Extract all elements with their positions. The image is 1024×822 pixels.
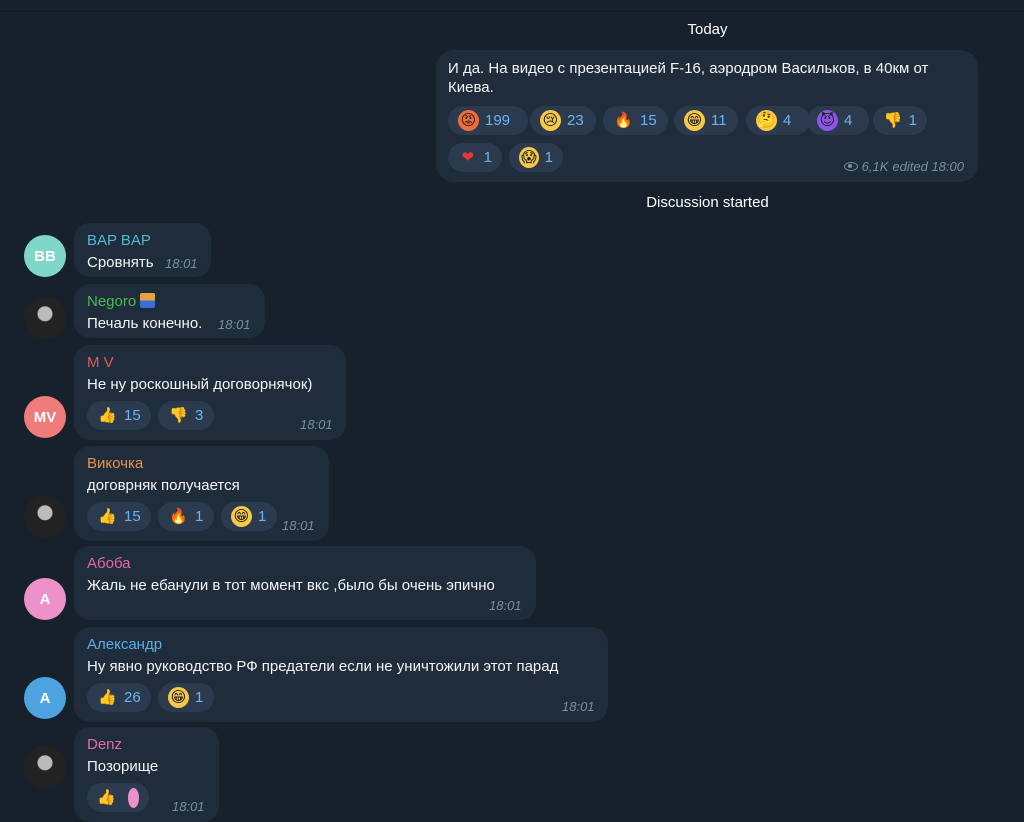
- message-time: 18:01: [282, 518, 315, 533]
- reaction-count: 3: [195, 407, 204, 424]
- reaction-count: 1: [544, 149, 553, 166]
- comment-bubble[interactable]: Denz Позорище 👍 18:01: [74, 727, 219, 822]
- comment-text: договрняк получается: [87, 477, 240, 494]
- heart-icon: ❤: [461, 149, 475, 166]
- avatar[interactable]: А: [24, 677, 66, 719]
- reaction-thumbs-up[interactable]: 👍 15: [87, 502, 151, 531]
- comment-bubble[interactable]: Викочка договрняк получается 👍 15 🔥 1 😁 1 18:01: [74, 446, 329, 541]
- comment-bubble[interactable]: Александр Ну явно руководство РФ предател…: [74, 627, 608, 722]
- reaction-count: 199: [485, 112, 511, 129]
- screaming-face-icon: 😱: [519, 147, 539, 168]
- edited-time: edited 18:00: [892, 159, 964, 174]
- message-time: 18:01: [172, 799, 205, 814]
- thumbs-down-icon: 👎: [169, 407, 188, 424]
- fire-icon: 🔥: [169, 508, 188, 525]
- post-meta: 6,1K edited 18:00: [843, 159, 964, 174]
- post-text: И да. На видео с презентацией F-16, аэро…: [448, 60, 929, 96]
- comment-bubble[interactable]: Negoro Печаль конечно. 18:01: [74, 284, 265, 338]
- comment-text: Не ну роскошный договорнячок): [87, 376, 313, 393]
- author-name[interactable]: BAP BAP: [87, 232, 151, 249]
- message-time: 18:01: [489, 598, 522, 613]
- views-eye-icon: [843, 162, 858, 171]
- reaction-thumbs-down[interactable]: 👎 1: [873, 106, 927, 135]
- crying-face-icon: 😢: [540, 110, 561, 131]
- author-name[interactable]: Викочка: [87, 455, 143, 472]
- reaction-count: 15: [124, 407, 141, 424]
- reaction-angry-face[interactable]: 😡 199: [448, 106, 528, 135]
- reaction-count: 4: [783, 112, 792, 129]
- author-name[interactable]: M V: [87, 354, 114, 371]
- reaction-screaming-face[interactable]: 😱 1: [509, 143, 563, 172]
- message-time: 18:01: [300, 417, 333, 432]
- reaction-heart[interactable]: ❤ 1: [448, 143, 502, 172]
- date-separator: Today: [687, 21, 728, 38]
- reaction-grinning-face[interactable]: 😁 1: [221, 502, 277, 531]
- comment-text: Печаль конечно.: [87, 315, 203, 332]
- reaction-grinning-face[interactable]: 😁 11: [674, 106, 738, 135]
- author-name[interactable]: Абоба: [87, 555, 131, 572]
- grinning-face-icon: 😁: [684, 110, 705, 131]
- fire-icon: 🔥: [614, 112, 633, 129]
- reaction-thinking-face[interactable]: 🤔 4: [746, 106, 810, 135]
- reaction-grinning-face[interactable]: 😁 1: [158, 683, 214, 712]
- avatar[interactable]: [24, 746, 66, 788]
- reaction-count: 23: [567, 112, 584, 129]
- reaction-devil-face[interactable]: 😈 4: [807, 106, 869, 135]
- discussion-started-label: Discussion started: [646, 194, 769, 211]
- reaction-count: 1: [908, 112, 917, 129]
- grinning-face-icon: 😁: [168, 687, 189, 708]
- message-time: 18:01: [562, 699, 595, 714]
- reaction-count: 11: [711, 112, 727, 129]
- top-divider: [0, 0, 1024, 12]
- reaction-count: 26: [124, 689, 141, 706]
- author-name[interactable]: Denz: [87, 736, 122, 753]
- avatar[interactable]: [24, 297, 66, 339]
- avatar[interactable]: [24, 496, 66, 538]
- comment-text: Сровнять: [87, 254, 154, 271]
- angry-face-icon: 😡: [458, 110, 479, 131]
- reaction-fire[interactable]: 🔥 15: [603, 106, 668, 135]
- thumbs-down-icon: 👎: [883, 112, 903, 129]
- flag-badge-icon: [140, 293, 156, 308]
- comment-bubble[interactable]: BAP BAP Сровнять 18:01: [74, 223, 211, 277]
- message-time: 18:01: [218, 317, 251, 332]
- comment-bubble[interactable]: M V Не ну роскошный договорнячок) 👍 15 👎 3 18:…: [74, 345, 346, 440]
- comment-text: Позорище: [87, 758, 159, 775]
- thumbs-up-icon: 👍: [98, 508, 117, 525]
- reaction-count: 1: [483, 149, 492, 166]
- thumbs-up-icon: 👍: [98, 407, 117, 424]
- reaction-thumbs-up[interactable]: 👍 26: [87, 683, 151, 712]
- thumbs-up-icon: 👍: [98, 689, 117, 706]
- reaction-thumbs-down[interactable]: 👎 3: [158, 401, 214, 430]
- thinking-face-icon: 🤔: [756, 110, 777, 131]
- reaction-count: 15: [640, 112, 657, 129]
- grinning-face-icon: 😁: [231, 506, 252, 527]
- reaction-count: 1: [195, 508, 204, 525]
- avatar[interactable]: MV: [24, 396, 66, 438]
- avatar[interactable]: А: [24, 578, 66, 620]
- message-time: 18:01: [165, 256, 198, 271]
- reaction-count: 1: [258, 508, 267, 525]
- reaction-count: 1: [195, 689, 204, 706]
- reaction-count: 15: [124, 508, 141, 525]
- comment-text: Ну явно руководство РФ предатели если не…: [87, 658, 559, 675]
- reaction-fire[interactable]: 🔥 1: [158, 502, 214, 531]
- channel-post[interactable]: И да. На видео с презентацией F-16, аэро…: [436, 50, 978, 182]
- comment-text: Жаль не ебанули в тот момент вкс ,было б…: [87, 577, 495, 594]
- author-name[interactable]: Александр: [87, 636, 162, 653]
- author-name[interactable]: Negoro: [87, 293, 156, 310]
- reaction-crying-face[interactable]: 😢 23: [530, 106, 596, 135]
- reaction-thumbs-up[interactable]: 👍: [87, 783, 149, 812]
- comment-bubble[interactable]: Абоба Жаль не ебанули в тот момент вкс ,б…: [74, 546, 536, 620]
- devil-face-icon: 😈: [817, 110, 838, 131]
- reaction-count: 4: [844, 112, 853, 129]
- avatar[interactable]: BB: [24, 235, 66, 277]
- views-count: 6,1K: [861, 159, 889, 174]
- reaction-thumbs-up[interactable]: 👍 15: [87, 401, 151, 430]
